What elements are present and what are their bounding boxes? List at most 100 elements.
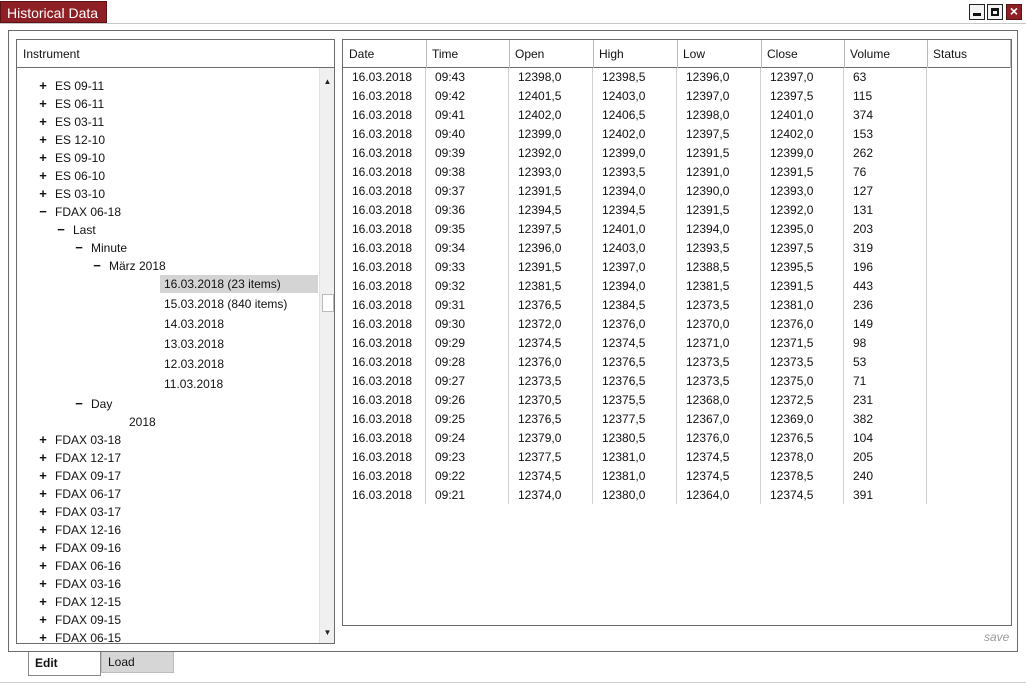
- table-row[interactable]: 16.03.2018 09:34 12396,0 12403,0 12393,5 1239…: [343, 239, 1011, 258]
- expand-plus-icon[interactable]: +: [38, 503, 48, 521]
- tree-item[interactable]: + FDAX 09-15: [17, 611, 317, 629]
- collapse-minus-icon[interactable]: −: [74, 395, 84, 413]
- tree-item[interactable]: + FDAX 06-16: [17, 557, 317, 575]
- tree-item[interactable]: + ES 09-11: [17, 77, 317, 95]
- table-row[interactable]: 16.03.2018 09:28 12376,0 12376,5 12373,5 1237…: [343, 353, 1011, 372]
- table-row[interactable]: 16.03.2018 09:33 12391,5 12397,0 12388,5 1239…: [343, 258, 1011, 277]
- table-row[interactable]: 16.03.2018 09:22 12374,5 12381,0 12374,5 1237…: [343, 467, 1011, 486]
- collapse-minus-icon[interactable]: −: [56, 221, 66, 239]
- collapse-minus-icon[interactable]: −: [92, 257, 102, 275]
- save-link[interactable]: save: [984, 630, 1009, 644]
- tree-item[interactable]: + ES 03-10: [17, 185, 317, 203]
- table-row[interactable]: 16.03.2018 09:35 12397,5 12401,0 12394,0 1239…: [343, 220, 1011, 239]
- tree-item[interactable]: + FDAX 03-18: [17, 431, 317, 449]
- column-header-date[interactable]: Date: [343, 40, 427, 68]
- scrollbar-thumb[interactable]: [322, 294, 334, 312]
- tree-item[interactable]: − Minute: [17, 239, 317, 257]
- expand-plus-icon[interactable]: +: [38, 77, 48, 95]
- tree-item[interactable]: + ES 03-11: [17, 113, 317, 131]
- tree-item[interactable]: + FDAX 09-17: [17, 467, 317, 485]
- tree-item[interactable]: + FDAX 06-15: [17, 629, 317, 643]
- tree-item[interactable]: + FDAX 03-16: [17, 575, 317, 593]
- table-row[interactable]: 16.03.2018 09:41 12402,0 12406,5 12398,0 1240…: [343, 106, 1011, 125]
- close-button[interactable]: ×: [1006, 3, 1022, 20]
- column-header-high[interactable]: High: [593, 40, 678, 68]
- tree-item[interactable]: − FDAX 06-18: [17, 203, 317, 221]
- table-row[interactable]: 16.03.2018 09:29 12374,5 12374,5 12371,0 1237…: [343, 334, 1011, 353]
- tree-item[interactable]: 15.03.2018 (840 items): [17, 295, 317, 313]
- cell-high: 12381,0: [602, 450, 646, 464]
- tree-item[interactable]: 11.03.2018: [17, 375, 317, 393]
- collapse-minus-icon[interactable]: −: [74, 239, 84, 257]
- table-row[interactable]: 16.03.2018 09:23 12377,5 12381,0 12374,5 1237…: [343, 448, 1011, 467]
- column-header-volume[interactable]: Volume: [844, 40, 928, 68]
- expand-plus-icon[interactable]: +: [38, 149, 48, 167]
- scroll-up-arrow-icon[interactable]: ▲: [320, 76, 334, 88]
- tree-item[interactable]: + FDAX 03-17: [17, 503, 317, 521]
- collapse-minus-icon[interactable]: −: [38, 203, 48, 221]
- tab-load[interactable]: Load: [101, 652, 174, 673]
- tree-item[interactable]: + ES 09-10: [17, 149, 317, 167]
- tab-edit[interactable]: Edit: [28, 652, 101, 676]
- table-row[interactable]: 16.03.2018 09:25 12376,5 12377,5 12367,0 1236…: [343, 410, 1011, 429]
- tree-item[interactable]: + FDAX 12-17: [17, 449, 317, 467]
- expand-plus-icon[interactable]: +: [38, 611, 48, 629]
- table-row[interactable]: 16.03.2018 09:21 12374,0 12380,0 12364,0 1237…: [343, 486, 1011, 505]
- tree-item[interactable]: + FDAX 09-16: [17, 539, 317, 557]
- expand-plus-icon[interactable]: +: [38, 449, 48, 467]
- column-header-close[interactable]: Close: [761, 40, 845, 68]
- table-row[interactable]: 16.03.2018 09:27 12373,5 12376,5 12373,5 1237…: [343, 372, 1011, 391]
- tree-item[interactable]: − März 2018: [17, 257, 317, 275]
- tree-item[interactable]: + FDAX 12-15: [17, 593, 317, 611]
- table-row[interactable]: 16.03.2018 09:26 12370,5 12375,5 12368,0 1237…: [343, 391, 1011, 410]
- column-header-status[interactable]: Status: [927, 40, 1011, 68]
- expand-plus-icon[interactable]: +: [38, 593, 48, 611]
- table-row[interactable]: 16.03.2018 09:38 12393,0 12393,5 12391,0 1239…: [343, 163, 1011, 182]
- tree-item[interactable]: − Day: [17, 395, 317, 413]
- cell-open: 12374,5: [518, 336, 562, 350]
- table-row[interactable]: 16.03.2018 09:39 12392,0 12399,0 12391,5 1239…: [343, 144, 1011, 163]
- maximize-button[interactable]: [987, 4, 1003, 20]
- expand-plus-icon[interactable]: +: [38, 521, 48, 539]
- minimize-button[interactable]: [969, 4, 985, 20]
- instrument-tree[interactable]: + ES 09-11 + ES 06-11 + ES 03-11 + ES 12-10 + ES …: [17, 68, 318, 643]
- tree-item[interactable]: 12.03.2018: [17, 355, 317, 373]
- tree-item[interactable]: − Last: [17, 221, 317, 239]
- table-row[interactable]: 16.03.2018 09:31 12376,5 12384,5 12373,5 1238…: [343, 296, 1011, 315]
- column-header-time[interactable]: Time: [426, 40, 510, 68]
- table-row[interactable]: 16.03.2018 09:37 12391,5 12394,0 12390,0 1239…: [343, 182, 1011, 201]
- expand-plus-icon[interactable]: +: [38, 167, 48, 185]
- tree-scrollbar[interactable]: ▲ ▼: [319, 68, 334, 643]
- tree-item[interactable]: + FDAX 06-17: [17, 485, 317, 503]
- expand-plus-icon[interactable]: +: [38, 431, 48, 449]
- tree-item[interactable]: + ES 06-11: [17, 95, 317, 113]
- expand-plus-icon[interactable]: +: [38, 131, 48, 149]
- scroll-down-arrow-icon[interactable]: ▼: [320, 627, 334, 639]
- tree-item[interactable]: + FDAX 12-16: [17, 521, 317, 539]
- expand-plus-icon[interactable]: +: [38, 485, 48, 503]
- tree-item[interactable]: 13.03.2018: [17, 335, 317, 353]
- expand-plus-icon[interactable]: +: [38, 539, 48, 557]
- tree-item[interactable]: + ES 12-10: [17, 131, 317, 149]
- expand-plus-icon[interactable]: +: [38, 575, 48, 593]
- expand-plus-icon[interactable]: +: [38, 557, 48, 575]
- expand-plus-icon[interactable]: +: [38, 467, 48, 485]
- table-row[interactable]: 16.03.2018 09:30 12372,0 12376,0 12370,0 1237…: [343, 315, 1011, 334]
- expand-plus-icon[interactable]: +: [38, 629, 48, 643]
- table-row[interactable]: 16.03.2018 09:36 12394,5 12394,5 12391,5 1239…: [343, 201, 1011, 220]
- expand-plus-icon[interactable]: +: [38, 113, 48, 131]
- tree-item[interactable]: 2018: [17, 413, 317, 431]
- cell-status: [927, 486, 1011, 505]
- tree-item[interactable]: 16.03.2018 (23 items): [17, 275, 318, 293]
- table-row[interactable]: 16.03.2018 09:32 12381,5 12394,0 12381,5 1239…: [343, 277, 1011, 296]
- table-row[interactable]: 16.03.2018 09:43 12398,0 12398,5 12396,0 1239…: [343, 68, 1011, 87]
- table-row[interactable]: 16.03.2018 09:42 12401,5 12403,0 12397,0 1239…: [343, 87, 1011, 106]
- table-row[interactable]: 16.03.2018 09:24 12379,0 12380,5 12376,0 1237…: [343, 429, 1011, 448]
- expand-plus-icon[interactable]: +: [38, 185, 48, 203]
- table-row[interactable]: 16.03.2018 09:40 12399,0 12402,0 12397,5 1240…: [343, 125, 1011, 144]
- tree-item[interactable]: 14.03.2018: [17, 315, 317, 333]
- tree-item[interactable]: + ES 06-10: [17, 167, 317, 185]
- expand-plus-icon[interactable]: +: [38, 95, 48, 113]
- column-header-low[interactable]: Low: [677, 40, 762, 68]
- column-header-open[interactable]: Open: [509, 40, 594, 68]
